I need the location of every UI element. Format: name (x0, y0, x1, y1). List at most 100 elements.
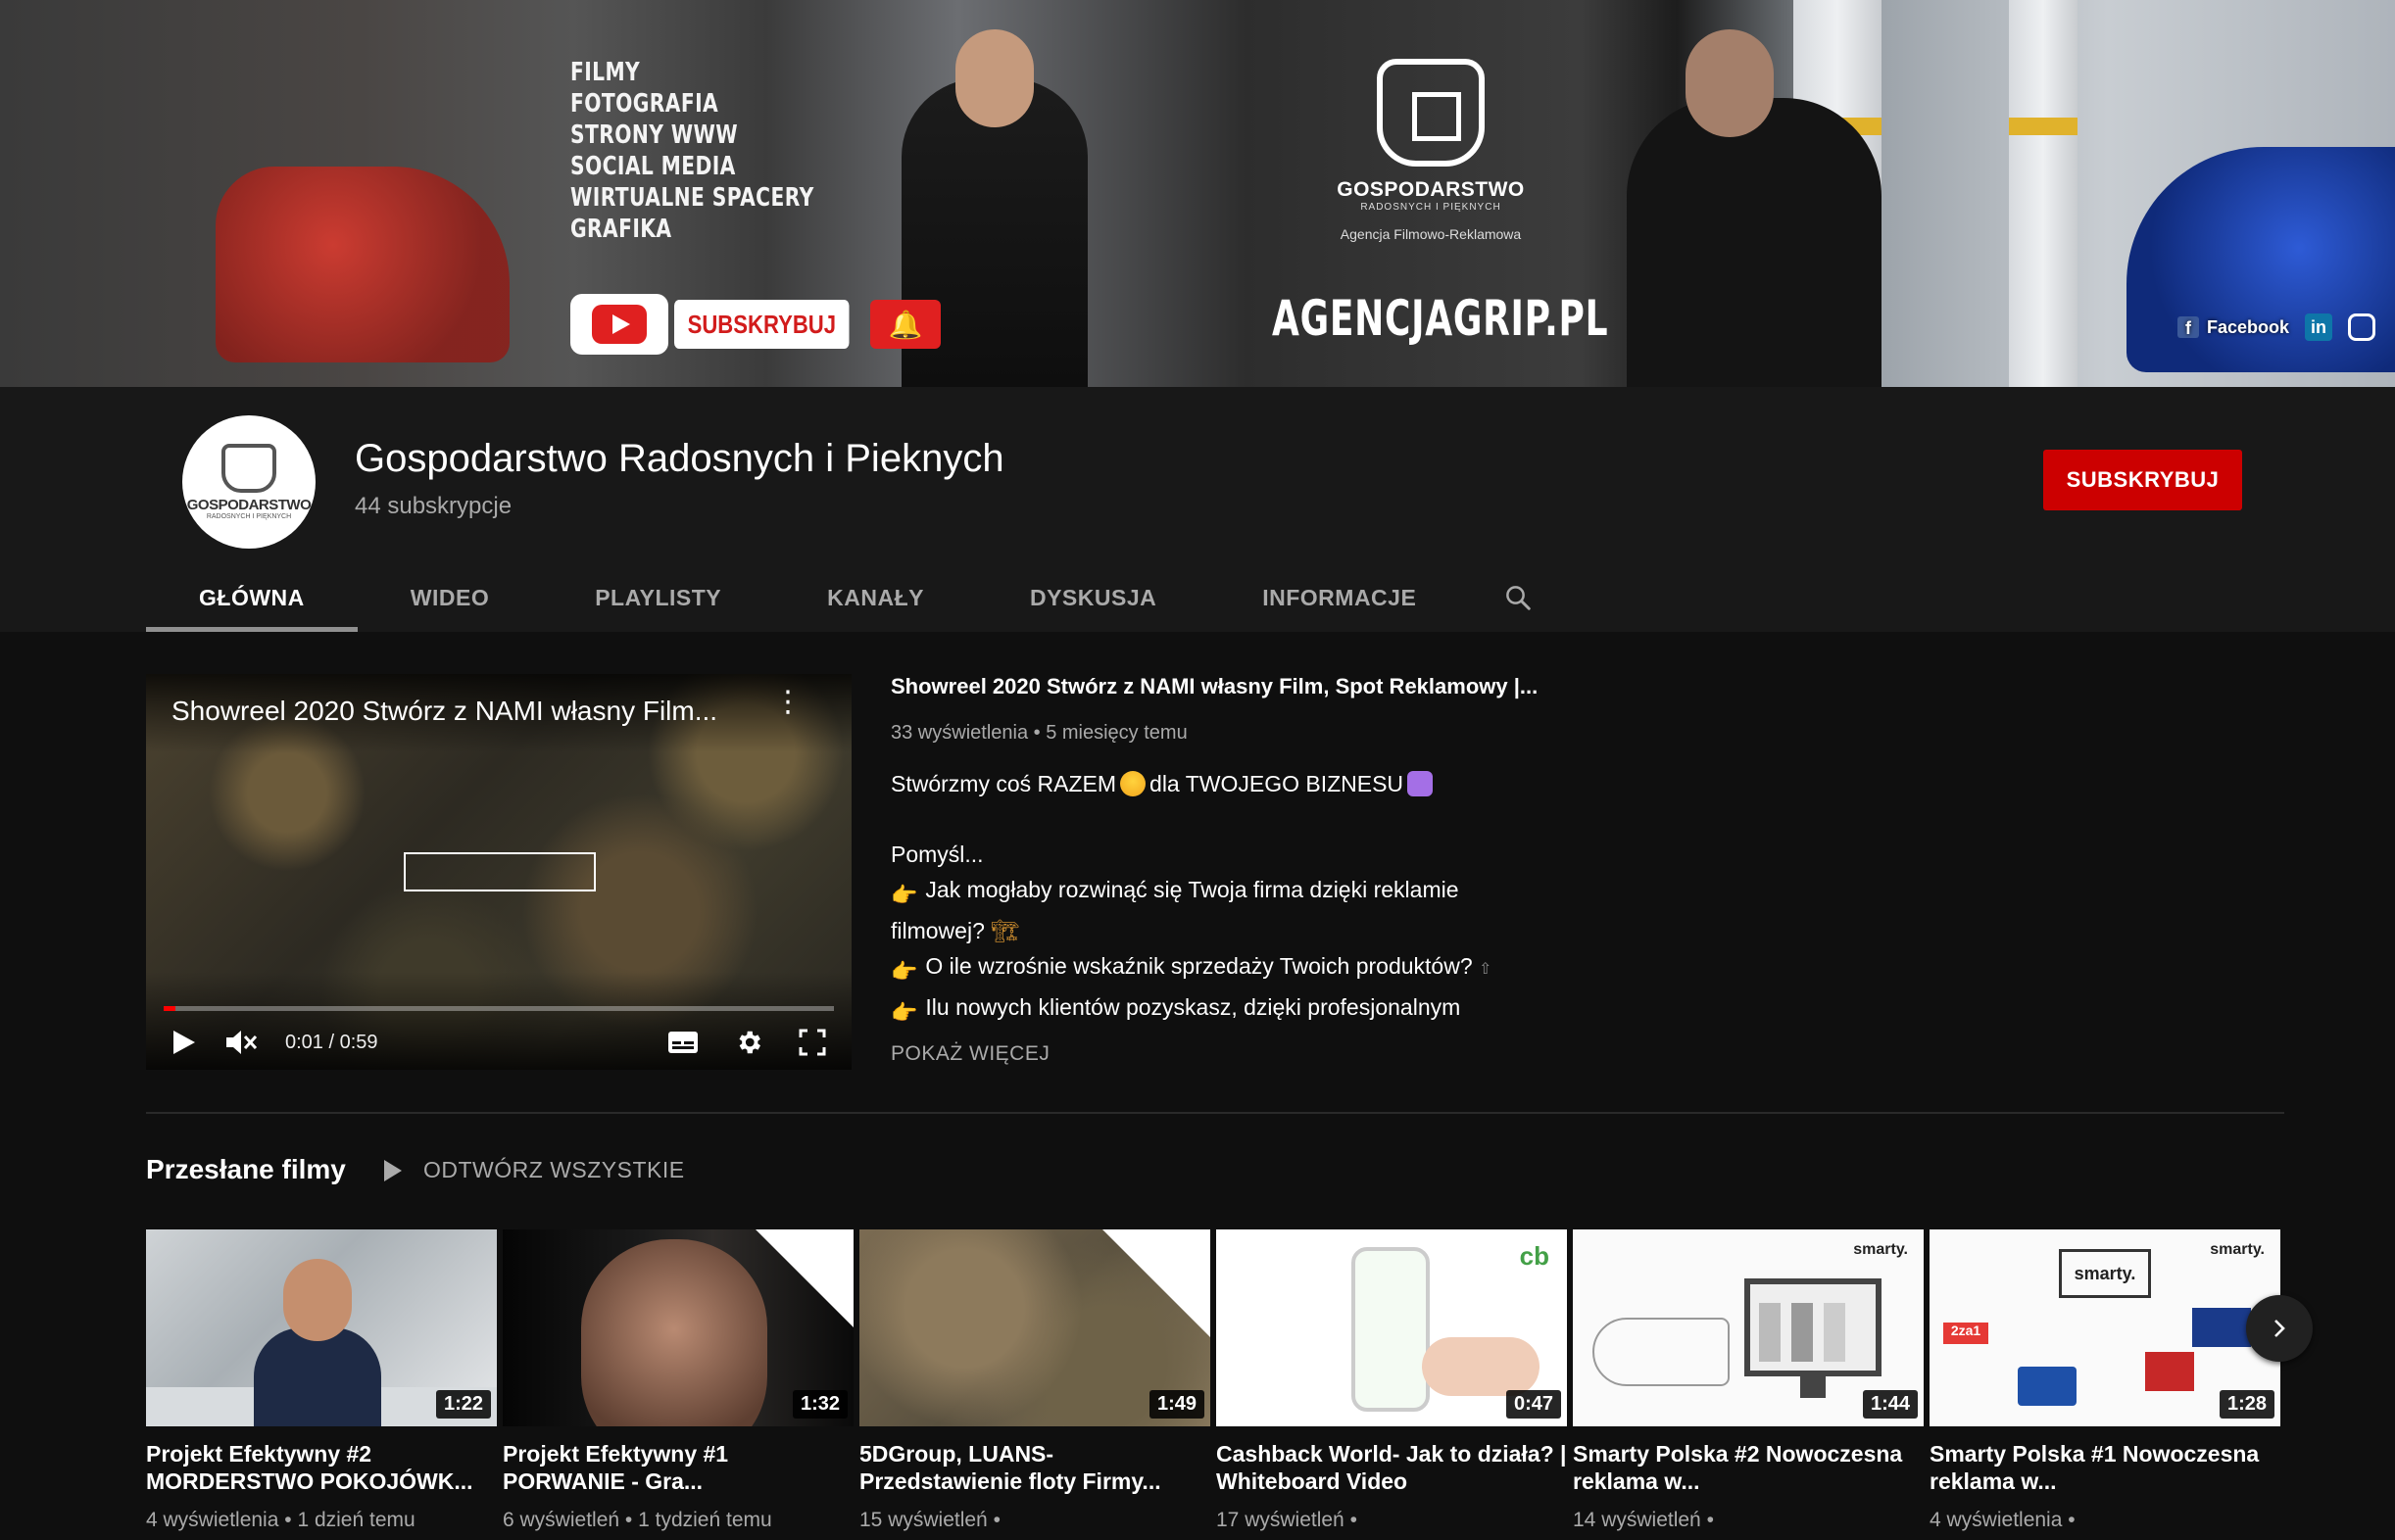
youtube-logo-icon (570, 294, 668, 355)
subscribe-button[interactable]: SUBSKRYBUJ (2043, 450, 2242, 510)
video-card[interactable]: 1:49 5DGroup, LUANS- Przedstawienie flot… (859, 1229, 1210, 1532)
subtitles-icon[interactable] (667, 1031, 699, 1054)
desc-line: Stwórzmy coś RAZEM dla TWOJEGO BIZNESU (891, 766, 1567, 801)
video-card[interactable]: 1:22 Projekt Efektywny #2 MORDERSTWO POK… (146, 1229, 497, 1532)
agency-sub: RADOSNYCH I PIĘKNYCH (1360, 202, 1501, 213)
smarty-logo: smarty. (1853, 1241, 1908, 1258)
banner-service: SOCIAL MEDIA (570, 152, 736, 181)
agency-logo: GOSPODARSTWO RADOSNYCH I PIĘKNYCH Agencj… (1274, 59, 1588, 242)
tab-videos[interactable]: WIDEO (358, 563, 542, 632)
desc-line: 👉 O ile wzrośnie wskaźnik sprzedaży Twoic… (891, 948, 1567, 989)
chevron-right-icon (2274, 1320, 2285, 1337)
uploads-section-title[interactable]: Przesłane filmy (146, 1154, 346, 1185)
uploads-shelf: 1:22 Projekt Efektywny #2 MORDERSTWO POK… (146, 1229, 2282, 1540)
smarty-box: smarty. (2059, 1249, 2151, 1298)
video-thumbnail[interactable]: 1:49 (859, 1229, 1210, 1426)
featured-video-player[interactable]: Showreel 2020 Stwórz z NAMI własny Film.… (146, 674, 852, 1070)
featured-video-meta: 33 wyświetlenia • 5 miesięcy temu (891, 722, 1567, 745)
video-title[interactable]: Smarty Polska #1 Nowoczesna reklama w... (1930, 1440, 2280, 1495)
banner-link-facebook[interactable]: f Facebook (2176, 316, 2289, 338)
video-thumbnail[interactable]: 1:32 (503, 1229, 854, 1426)
featured-video-info: Showreel 2020 Stwórz z NAMI własny Film,… (891, 669, 1567, 1066)
banner-services: FILMY FOTOGRAFIA STRONY WWW SOCIAL MEDIA… (570, 57, 814, 245)
video-duration: 1:32 (792, 1390, 848, 1419)
video-duration: 1:22 (435, 1390, 491, 1419)
video-card[interactable]: cb 0:47 Cashback World- Jak to działa? |… (1216, 1229, 1567, 1532)
player-title[interactable]: Showreel 2020 Stwórz z NAMI własny Film.… (171, 696, 717, 727)
banner-person (1627, 29, 1882, 387)
pointing-hand-icon: 👉 (891, 959, 918, 984)
progress-fill (164, 1006, 175, 1011)
house-logo-icon (1377, 59, 1485, 167)
settings-gear-icon[interactable] (734, 1028, 763, 1057)
video-thumbnail[interactable]: smarty. 2za1 smarty. 1:28 (1930, 1229, 2280, 1426)
play-all-label: ODTWÓRZ WSZYSTKIE (423, 1157, 685, 1182)
video-card[interactable]: 1:32 Projekt Efektywny #1 PORWANIE - Gra… (503, 1229, 854, 1532)
video-meta: 15 wyświetleń • (859, 1509, 1001, 1531)
video-duration: 1:44 (1862, 1390, 1918, 1419)
facebook-icon: f (2176, 316, 2199, 338)
featured-video-title[interactable]: Showreel 2020 Stwórz z NAMI własny Film,… (891, 669, 1567, 704)
progress-bar[interactable] (164, 1006, 834, 1011)
video-thumbnail[interactable]: 1:22 (146, 1229, 497, 1426)
tab-discussion[interactable]: DYSKUSJA (977, 563, 1209, 632)
top-arrow-icon: ⇧ (1479, 961, 1492, 978)
featured-views: 33 wyświetlenia (891, 722, 1029, 744)
video-title[interactable]: Smarty Polska #2 Nowoczesna reklama w... (1573, 1440, 1924, 1495)
banner-service: WIRTUALNE SPACERY (570, 183, 814, 213)
crane-icon: 🏗 (991, 918, 1020, 943)
bell-icon: 🔔 (870, 300, 942, 349)
video-title[interactable]: Cashback World- Jak to działa? | Whitebo… (1216, 1440, 1567, 1495)
subscriber-count: 44 subskrypcje (355, 493, 513, 519)
meta-separator: • (1033, 722, 1047, 744)
video-card[interactable]: smarty. 1:44 Smarty Polska #2 Nowoczesna… (1573, 1229, 1924, 1532)
video-meta: 17 wyświetleń • (1216, 1509, 1357, 1531)
agency-tagline: Agencja Filmowo-Reklamowa (1340, 226, 1522, 242)
linkedin-icon[interactable]: in (2305, 313, 2332, 341)
avatar-text: GOSPODARSTWO (186, 497, 312, 513)
search-icon (1506, 586, 1532, 610)
tab-playlists[interactable]: PLAYLISTY (542, 563, 774, 632)
house-logo-icon (221, 444, 276, 493)
smarty-logo: smarty. (2210, 1241, 2265, 1258)
video-card[interactable]: smarty. 2za1 smarty. 1:28 Smarty Polska … (1930, 1229, 2280, 1532)
video-title[interactable]: 5DGroup, LUANS- Przedstawienie floty Fir… (859, 1440, 1210, 1495)
banner-service: FOTOGRAFIA (570, 89, 719, 119)
video-overlay-box (404, 852, 596, 891)
video-duration: 0:47 (1505, 1390, 1561, 1419)
banner-red-car (216, 167, 510, 362)
video-thumbnail[interactable]: smarty. 1:44 (1573, 1229, 1924, 1426)
video-meta: 6 wyświetleń • 1 tydzień temu (503, 1509, 772, 1531)
channel-banner: FILMY FOTOGRAFIA STRONY WWW SOCIAL MEDIA… (0, 0, 2395, 387)
video-title[interactable]: Projekt Efektywny #2 MORDERSTWO POKOJÓWK… (146, 1440, 497, 1495)
hugging-face-icon (1120, 771, 1147, 796)
desc-line: filmowej? 🏗 (891, 918, 1020, 943)
channel-tabs: GŁÓWNA WIDEO PLAYLISTY KANAŁY DYSKUSJA I… (146, 563, 1567, 632)
show-more-link[interactable]: POKAŻ WIĘCEJ (891, 1042, 1567, 1066)
tab-channels[interactable]: KANAŁY (774, 563, 977, 632)
video-meta: 14 wyświetleń • (1573, 1509, 1714, 1531)
agency-name: GOSPODARSTWO (1337, 178, 1525, 201)
pointing-hand-icon: 👉 (891, 1000, 918, 1025)
tab-home[interactable]: GŁÓWNA (146, 563, 358, 632)
mute-icon[interactable] (224, 1028, 258, 1057)
player-time: 0:01 / 0:59 (285, 1031, 378, 1053)
tab-about[interactable]: INFORMACJE (1209, 563, 1469, 632)
video-title[interactable]: Projekt Efektywny #1 PORWANIE - Gra... (503, 1440, 854, 1495)
play-all-button[interactable]: ODTWÓRZ WSZYSTKIE (384, 1157, 685, 1183)
desc-line: 👉 Ilu nowych klientów pozyskasz, dzięki p… (891, 989, 1567, 1031)
banner-service: FILMY (570, 58, 641, 87)
video-meta: 4 wyświetlenia • (1930, 1509, 2076, 1531)
desc-line: Pomyśl... (891, 842, 984, 867)
video-thumbnail[interactable]: cb 0:47 (1216, 1229, 1567, 1426)
video-meta: 4 wyświetlenia • 1 dzień temu (146, 1509, 415, 1531)
channel-avatar[interactable]: GOSPODARSTWO RADOSNYCH I PIĘKNYCH (182, 415, 316, 549)
featured-description: Stwórzmy coś RAZEM dla TWOJEGO BIZNESU Po… (891, 766, 1567, 1036)
promo-tag: 2za1 (1943, 1323, 1988, 1344)
instagram-icon[interactable] (2348, 313, 2375, 341)
more-vert-icon[interactable]: ⋮ (773, 688, 803, 717)
fullscreen-icon[interactable] (799, 1029, 826, 1056)
play-icon[interactable] (171, 1029, 197, 1056)
channel-search-button[interactable] (1469, 563, 1567, 632)
shelf-next-button[interactable] (2246, 1295, 2313, 1362)
